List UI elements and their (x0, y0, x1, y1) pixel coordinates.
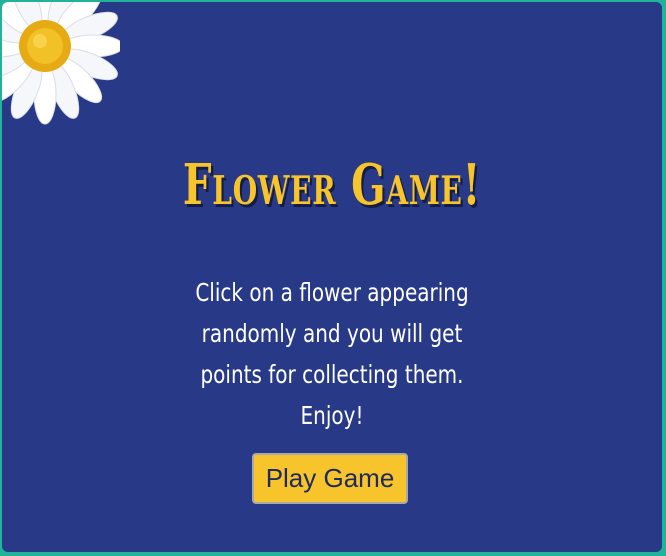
daisy-flower-image (2, 2, 120, 125)
game-description: Click on a flower appearing randomly and… (195, 278, 469, 430)
game-title: Flower Game! (182, 152, 482, 218)
daisy-center-highlight (33, 34, 47, 48)
play-game-button[interactable]: Play Game (252, 453, 408, 504)
game-start-screen: Flower Game! Click on a flower appearing… (2, 2, 662, 552)
daisy-center-inner (27, 28, 63, 64)
